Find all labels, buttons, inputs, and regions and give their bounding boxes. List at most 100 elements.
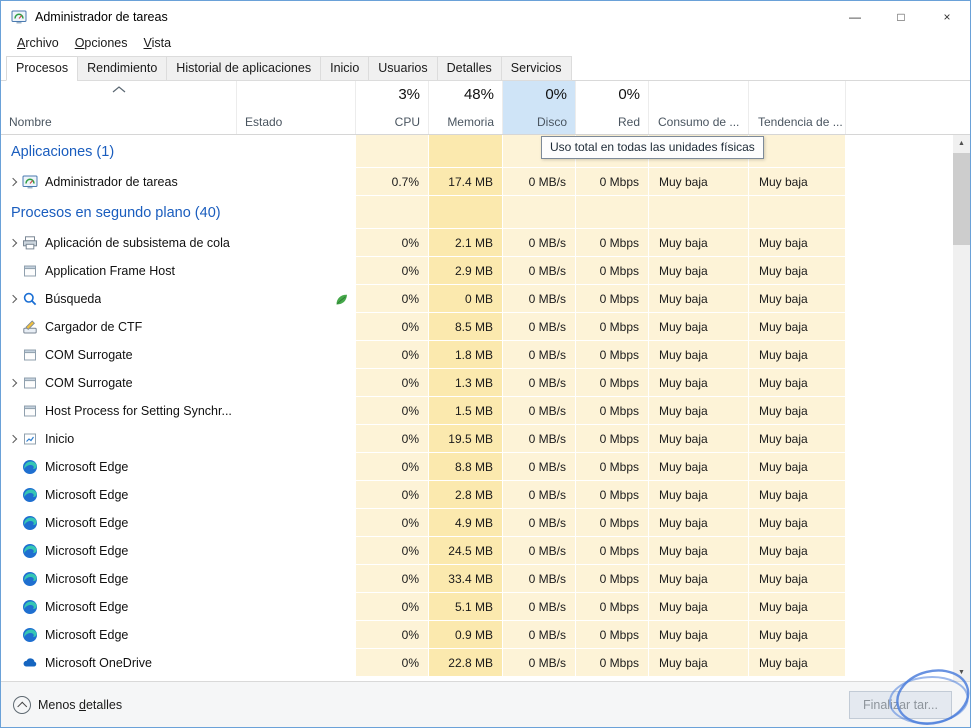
process-row[interactable]: Host Process for Setting Synchr... 0% 1.5 … — [1, 397, 953, 425]
minimize-button[interactable]: — — [832, 1, 878, 32]
power-usage-cell: Muy baja — [649, 257, 749, 285]
tab-historial-de-aplicaciones[interactable]: Historial de aplicaciones — [166, 56, 322, 81]
network-cell: 0 Mbps — [576, 537, 649, 565]
row-filler — [846, 257, 953, 285]
scroll-up-button[interactable]: ▲ — [953, 135, 970, 152]
process-row[interactable]: COM Surrogate 0% 1.3 MB 0 MB/s 0 Mbps Muy baj… — [1, 369, 953, 397]
menu-archivo[interactable]: Archivo — [9, 34, 67, 52]
disk-cell: 0 MB/s — [503, 369, 576, 397]
process-name-cell: Aplicación de subsistema de cola — [1, 229, 237, 257]
host-process-icon — [22, 403, 38, 419]
cpu-cell — [356, 135, 429, 168]
disk-cell: 0 MB/s — [503, 285, 576, 313]
power-trend-cell: Muy baja — [749, 481, 846, 509]
close-button[interactable]: × — [924, 1, 970, 32]
row-filler — [846, 229, 953, 257]
process-name: Aplicación de subsistema de cola — [45, 236, 230, 250]
scroll-down-button[interactable]: ▼ — [953, 664, 970, 681]
cpu-cell: 0% — [356, 537, 429, 565]
menu-vista[interactable]: Vista — [136, 34, 180, 52]
memory-cell: 2.9 MB — [429, 257, 503, 285]
cpu-cell: 0% — [356, 593, 429, 621]
process-row[interactable]: Microsoft Edge 0% 5.1 MB 0 MB/s 0 Mbps Muy ba… — [1, 593, 953, 621]
process-row[interactable]: Microsoft Edge 0% 2.8 MB 0 MB/s 0 Mbps Muy ba… — [1, 481, 953, 509]
process-name: Host Process for Setting Synchr... — [45, 404, 232, 418]
edge-icon — [22, 599, 38, 615]
expand-chevron-icon[interactable] — [4, 369, 22, 397]
column-header-estado[interactable]: Estado — [237, 81, 356, 134]
process-row[interactable]: Microsoft Edge 0% 4.9 MB 0 MB/s 0 Mbps Muy ba… — [1, 509, 953, 537]
process-name: Microsoft Edge — [45, 628, 129, 642]
status-cell — [237, 453, 356, 481]
row-filler — [846, 481, 953, 509]
column-header-disco[interactable]: 0% Disco — [503, 81, 576, 134]
process-row[interactable]: Cargador de CTF 0% 8.5 MB 0 MB/s 0 Mbps Muy b… — [1, 313, 953, 341]
process-row[interactable]: Microsoft Edge 0% 0.9 MB 0 MB/s 0 Mbps Muy ba… — [1, 621, 953, 649]
disk-cell: 0 MB/s — [503, 341, 576, 369]
status-cell — [237, 341, 356, 369]
column-header-consumo-de[interactable]: Consumo de ... — [649, 81, 749, 134]
expand-chevron-icon[interactable] — [4, 168, 22, 196]
less-details-toggle[interactable]: Menos detalles — [13, 695, 122, 714]
status-cell — [237, 168, 356, 196]
edge-icon — [22, 571, 38, 587]
group-label: Procesos en segundo plano (40) — [11, 204, 221, 221]
column-header-memoria[interactable]: 48% Memoria — [429, 81, 503, 134]
vertical-scrollbar[interactable]: ▲ ▼ — [953, 135, 970, 681]
process-row[interactable]: Aplicación de subsistema de cola 0% 2.1 MB… — [1, 229, 953, 257]
expand-chevron-icon — [4, 341, 22, 369]
network-cell: 0 Mbps — [576, 425, 649, 453]
process-row[interactable]: Administrador de tareas 0.7% 17.4 MB 0 MB/s… — [1, 168, 953, 196]
expand-chevron-icon[interactable] — [4, 229, 22, 257]
title-bar: Administrador de tareas — □ × — [1, 1, 970, 32]
group-row[interactable]: Aplicaciones (1) — [1, 135, 953, 168]
process-row[interactable]: Microsoft Edge 0% 24.5 MB 0 MB/s 0 Mbps Muy b… — [1, 537, 953, 565]
power-usage-cell: Muy baja — [649, 621, 749, 649]
group-row[interactable]: Procesos en segundo plano (40) — [1, 196, 953, 229]
process-name-cell: COM Surrogate — [1, 341, 237, 369]
column-header-nombre[interactable]: Nombre — [1, 81, 237, 134]
memory-cell: 0 MB — [429, 285, 503, 313]
power-trend-cell: Muy baja — [749, 425, 846, 453]
cpu-cell: 0% — [356, 621, 429, 649]
cpu-cell: 0% — [356, 509, 429, 537]
column-header-cpu[interactable]: 3% CPU — [356, 81, 429, 134]
process-row[interactable]: COM Surrogate 0% 1.8 MB 0 MB/s 0 Mbps Muy baj… — [1, 341, 953, 369]
column-header-red[interactable]: 0% Red — [576, 81, 649, 134]
column-header-tendencia-de[interactable]: Tendencia de ... — [749, 81, 846, 134]
maximize-button[interactable]: □ — [878, 1, 924, 32]
scroll-thumb[interactable] — [953, 153, 970, 245]
process-name-cell: Microsoft Edge — [1, 565, 237, 593]
tab-inicio[interactable]: Inicio — [320, 56, 370, 81]
tab-usuarios[interactable]: Usuarios — [368, 56, 438, 81]
menu-opciones[interactable]: Opciones — [67, 34, 136, 52]
tab-detalles[interactable]: Detalles — [436, 56, 502, 81]
tab-procesos[interactable]: Procesos — [6, 56, 79, 81]
expand-chevron-icon[interactable] — [4, 285, 22, 313]
name-column-label: Nombre — [9, 115, 52, 129]
memory-cell: 1.8 MB — [429, 341, 503, 369]
power-usage-cell: Muy baja — [649, 397, 749, 425]
power-usage-cell: Muy baja — [649, 168, 749, 196]
power-usage-cell: Muy baja — [649, 509, 749, 537]
memory-cell: 5.1 MB — [429, 593, 503, 621]
cpu-cell: 0% — [356, 565, 429, 593]
row-filler — [846, 509, 953, 537]
disk-cell — [503, 196, 576, 229]
network-cell: 0 Mbps — [576, 341, 649, 369]
end-task-button[interactable]: Finalizar tar... — [848, 690, 952, 719]
process-row[interactable]: Inicio 0% 19.5 MB 0 MB/s 0 Mbps Muy baja Muy b… — [1, 425, 953, 453]
expand-chevron-icon — [4, 481, 22, 509]
process-row[interactable]: Microsoft Edge 0% 8.8 MB 0 MB/s 0 Mbps Muy ba… — [1, 453, 953, 481]
search-icon — [22, 291, 38, 307]
process-table-body: Aplicaciones (1) Administrador de tareas 0… — [1, 135, 970, 681]
power-trend-cell — [749, 196, 846, 229]
tab-rendimiento[interactable]: Rendimiento — [77, 56, 168, 81]
process-name: COM Surrogate — [45, 376, 133, 390]
tab-servicios[interactable]: Servicios — [500, 56, 572, 81]
process-row[interactable]: Application Frame Host 0% 2.9 MB 0 MB/s 0 Mb… — [1, 257, 953, 285]
process-row[interactable]: Búsqueda 0% 0 MB 0 MB/s 0 Mbps Muy baja Muy ba… — [1, 285, 953, 313]
expand-chevron-icon[interactable] — [4, 425, 22, 453]
process-row[interactable]: Microsoft Edge 0% 33.4 MB 0 MB/s 0 Mbps Muy b… — [1, 565, 953, 593]
process-row[interactable]: Microsoft OneDrive 0% 22.8 MB 0 MB/s 0 Mbps M… — [1, 649, 953, 677]
